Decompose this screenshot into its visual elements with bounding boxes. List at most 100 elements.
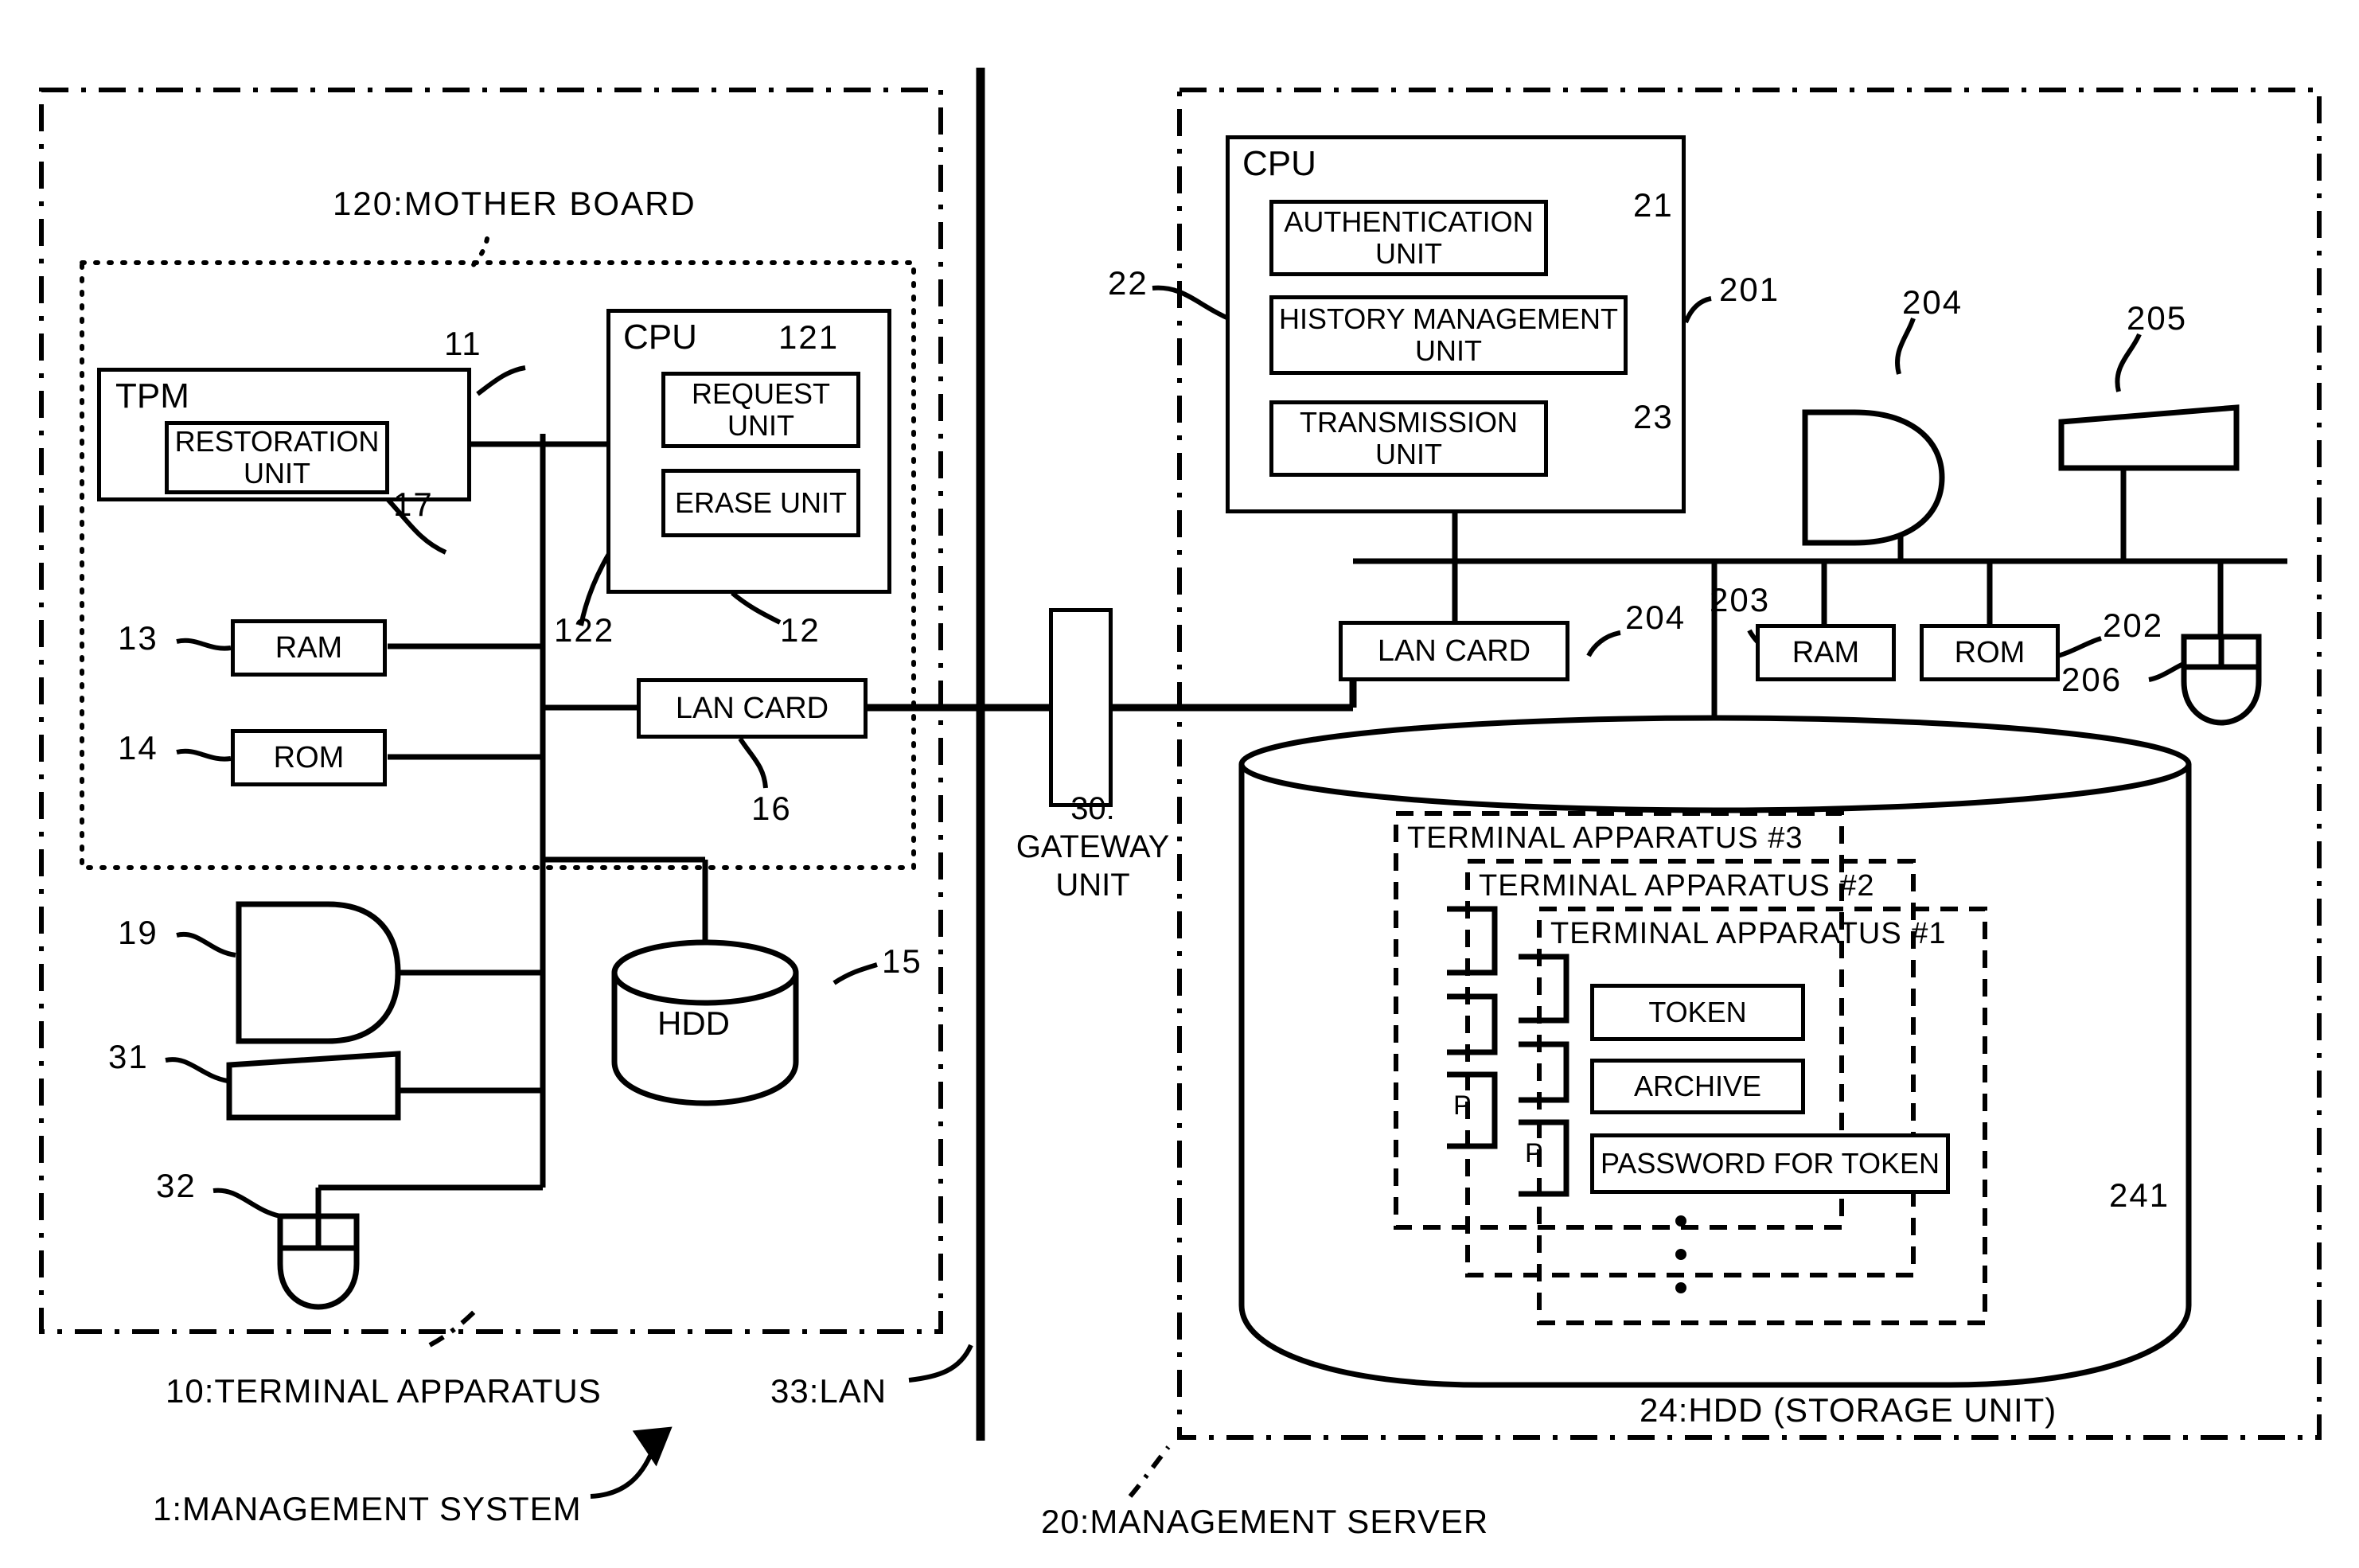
record-box-1	[1537, 907, 1987, 1325]
server-hdd-top	[1238, 715, 2192, 813]
tpm-box: TPM RESTORATION UNIT	[97, 368, 471, 501]
restoration-unit-box: RESTORATION UNIT	[165, 421, 389, 494]
ellipsis-dot-2	[1675, 1249, 1686, 1260]
ref-14: 14	[118, 729, 158, 766]
server-rom-box: ROM	[1920, 624, 2060, 681]
ref-21: 21	[1633, 186, 1674, 224]
ref-205: 205	[2127, 299, 2188, 337]
patent-figure: 120:MOTHER BOARD TPM RESTORATION UNIT 11…	[0, 0, 2359, 1568]
leader-206	[2148, 657, 2199, 682]
gateway-label-line1: 30:	[1070, 791, 1115, 826]
terminal-lancard-box: LAN CARD	[637, 678, 868, 739]
leader-16	[738, 737, 768, 789]
server-mouse-bottom	[2181, 664, 2262, 726]
ellipsis-dot-3	[1675, 1282, 1686, 1293]
record-title-2: TERMINAL APPARATUS #2	[1479, 869, 1875, 903]
record-title-3: TERMINAL APPARATUS #3	[1407, 821, 1803, 855]
server-lancard-box: LAN CARD	[1339, 621, 1569, 681]
record2-partial-field-label: P	[1525, 1138, 1543, 1168]
management-system-label: 1:MANAGEMENT SYSTEM	[153, 1490, 582, 1527]
leader-33	[908, 1344, 973, 1383]
terminal-cpu-box: CPU REQUEST UNIT ERASE UNIT	[606, 309, 891, 594]
ref-122: 122	[554, 611, 615, 649]
transmission-unit-box: TRANSMISSION UNIT	[1269, 400, 1548, 477]
ellipsis-dot-1	[1675, 1215, 1686, 1227]
lan-label: 33:LAN	[770, 1372, 887, 1410]
ref-204-lancard: 204	[1625, 599, 1686, 636]
ref-121: 121	[778, 318, 840, 356]
mother-board-label: 120:MOTHER BOARD	[333, 185, 696, 222]
request-unit-box: REQUEST UNIT	[661, 372, 860, 448]
record1-archive-box: ARCHIVE	[1590, 1059, 1805, 1114]
gateway-label-line2: GATEWAY	[1016, 829, 1170, 864]
server-mouse-body	[2181, 634, 2262, 670]
record-title-1: TERMINAL APPARATUS #1	[1550, 917, 1947, 950]
leader-201	[1683, 296, 1712, 324]
ref-23: 23	[1633, 398, 1674, 435]
server-keyboard-shape	[2058, 404, 2240, 471]
ref-22: 22	[1108, 264, 1148, 302]
history-management-unit-box: HISTORY MANAGEMENT UNIT	[1269, 295, 1628, 375]
record2-field-archive	[1519, 1041, 1569, 1103]
terminal-apparatus-label: 10:TERMINAL APPARATUS	[166, 1372, 602, 1410]
gateway-label-line3: UNIT	[1055, 868, 1130, 903]
terminal-mouse-body	[277, 1213, 360, 1251]
tpm-title: TPM	[115, 376, 189, 415]
record1-token-box: TOKEN	[1590, 984, 1805, 1041]
hdd-storage-label: 24:HDD (STORAGE UNIT)	[1640, 1391, 2057, 1429]
ref-13: 13	[118, 619, 158, 657]
ref-17: 17	[393, 486, 434, 523]
leader-15	[832, 962, 878, 985]
leader-14	[176, 748, 232, 762]
ref-201: 201	[1719, 271, 1780, 308]
leader-1	[590, 1449, 655, 1499]
server-cpu-title: CPU	[1242, 144, 1316, 183]
leader-13	[176, 638, 232, 651]
leader-19	[176, 931, 236, 958]
record2-field-token	[1519, 954, 1569, 1024]
leader-24	[1717, 1334, 1745, 1383]
ref-12: 12	[780, 611, 821, 649]
record1-password-box: PASSWORD FOR TOKEN	[1590, 1133, 1950, 1194]
record3-field-archive	[1447, 993, 1498, 1055]
management-server-label: 20:MANAGEMENT SERVER	[1041, 1503, 1489, 1540]
terminal-ram-box: RAM	[231, 619, 387, 677]
terminal-display-shape	[236, 901, 401, 1044]
terminal-hdd-label: HDD	[657, 1004, 730, 1042]
ref-203: 203	[1710, 581, 1771, 618]
leader-241-arrowhead	[1984, 1141, 2036, 1188]
erase-unit-box: ERASE UNIT	[661, 469, 860, 537]
mother-board-leader	[470, 236, 489, 268]
ref-11: 11	[444, 325, 482, 362]
leader-31	[165, 1057, 228, 1083]
ref-32: 32	[156, 1167, 197, 1204]
terminal-rom-box: ROM	[231, 729, 387, 786]
ref-206: 206	[2061, 661, 2123, 698]
ref-202: 202	[2103, 607, 2164, 644]
ref-31: 31	[108, 1038, 149, 1075]
leader-1-arrowhead	[632, 1426, 673, 1467]
leader-205	[2115, 333, 2142, 392]
terminal-keyboard-shape	[226, 1051, 401, 1121]
ref-15: 15	[882, 942, 922, 980]
leader-10	[428, 1306, 480, 1348]
gateway-label: 30: GATEWAY UNIT	[1001, 790, 1184, 904]
server-cpu-box: CPU AUTHENTICATION UNIT HISTORY MANAGEME…	[1226, 135, 1686, 513]
server-display-shape	[1802, 409, 1945, 546]
authentication-unit-box: AUTHENTICATION UNIT	[1269, 200, 1548, 276]
ref-19: 19	[118, 914, 158, 951]
ref-204-display: 204	[1902, 283, 1963, 321]
record3-partial-field-label: P	[1453, 1090, 1472, 1121]
leader-204-lancard	[1586, 630, 1621, 657]
leader-204-display	[1895, 317, 1916, 375]
gateway-box	[1049, 608, 1113, 807]
terminal-hdd-top	[611, 939, 799, 1006]
terminal-mouse-bottom	[277, 1245, 360, 1310]
ref-16: 16	[751, 790, 792, 827]
leader-32	[213, 1188, 281, 1219]
terminal-cpu-title: CPU	[623, 318, 697, 357]
ref-241: 241	[2109, 1176, 2170, 1214]
record3-field-token	[1447, 906, 1498, 976]
leader-241	[2020, 1166, 2078, 1201]
leader-11	[476, 365, 526, 396]
